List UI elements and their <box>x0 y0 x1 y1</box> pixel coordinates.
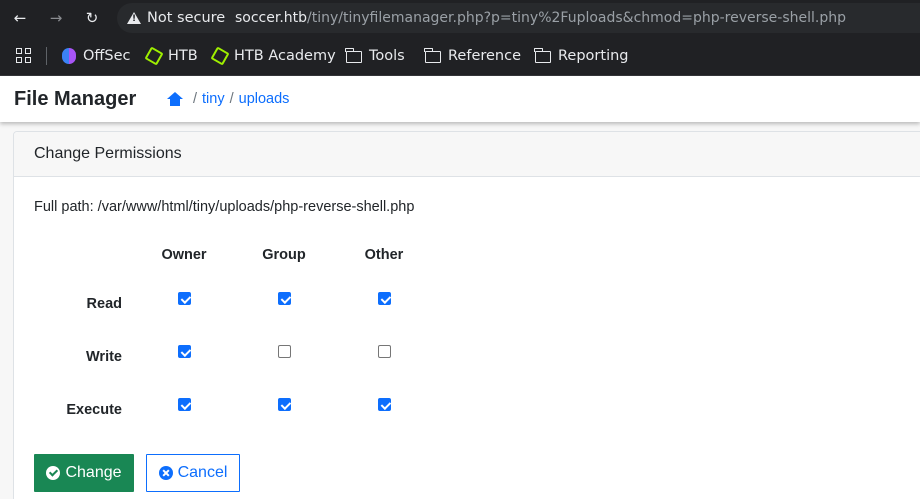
breadcrumb: / tiny / uploads <box>167 76 289 122</box>
folder-icon <box>534 48 551 63</box>
app-navbar: File Manager / tiny / uploads <box>0 76 920 122</box>
column-header-group: Group <box>262 247 306 263</box>
column-header-owner: Owner <box>161 247 207 263</box>
checkbox-execute-group[interactable] <box>278 398 291 411</box>
bookmark-htb-academy[interactable]: HTB Academy <box>210 36 336 76</box>
security-label: Not secure <box>147 10 226 26</box>
reload-icon[interactable]: ↻ <box>80 6 104 30</box>
checkbox-write-group[interactable] <box>278 345 291 358</box>
bookmarks-divider <box>46 47 47 65</box>
bookmark-folder-reporting[interactable]: Reporting <box>534 36 629 76</box>
checkbox-read-group[interactable] <box>278 292 291 305</box>
full-path-text: Full path: /var/www/html/tiny/uploads/ph… <box>34 199 415 215</box>
htb-icon <box>210 46 230 66</box>
address-bar[interactable]: Not secure soccer.htb/tiny/tinyfilemanag… <box>117 3 920 33</box>
bookmark-label: Reporting <box>558 48 629 64</box>
permissions-card: Change Permissions Full path: /var/www/h… <box>13 131 920 499</box>
apps-grid-icon[interactable] <box>16 48 31 63</box>
bookmark-folder-reference[interactable]: Reference <box>424 36 522 76</box>
row-label-write: Write <box>86 349 122 365</box>
card-title: Change Permissions <box>14 132 920 177</box>
bookmark-label: Tools <box>369 48 405 64</box>
home-icon[interactable] <box>167 92 183 106</box>
cancel-button-label: Cancel <box>177 464 228 481</box>
bookmark-label: Reference <box>448 48 522 64</box>
breadcrumb-link-tiny[interactable]: tiny <box>202 91 225 107</box>
bookmark-label: OffSec <box>83 48 131 64</box>
back-arrow-icon[interactable]: ← <box>8 6 32 30</box>
htb-icon <box>144 46 164 66</box>
breadcrumb-separator: / <box>193 91 198 107</box>
breadcrumb-link-uploads[interactable]: uploads <box>239 91 290 107</box>
offsec-icon <box>62 48 76 64</box>
row-label-execute: Execute <box>66 402 122 418</box>
warning-icon <box>127 12 141 24</box>
checkbox-write-owner[interactable] <box>178 345 191 358</box>
url-host: soccer.htb <box>235 10 308 26</box>
forward-arrow-icon[interactable]: → <box>44 6 68 30</box>
breadcrumb-separator: / <box>229 91 234 107</box>
app-brand[interactable]: File Manager <box>14 76 136 122</box>
bookmark-folder-tools[interactable]: Tools <box>345 36 405 76</box>
browser-toolbar: ← → ↻ Not secure soccer.htb/tiny/tinyfil… <box>0 0 920 36</box>
bookmarks-bar: OffSec HTB HTB Academy Tools Reference R… <box>0 36 920 76</box>
bookmark-offsec[interactable]: OffSec <box>62 36 131 76</box>
times-circle-icon <box>158 466 173 480</box>
security-indicator[interactable]: Not secure <box>127 3 225 33</box>
checkbox-read-owner[interactable] <box>178 292 191 305</box>
url-text[interactable]: soccer.htb/tiny/tinyfilemanager.php?p=ti… <box>235 3 846 33</box>
folder-icon <box>345 48 362 63</box>
bookmark-label: HTB <box>168 48 198 64</box>
bookmark-htb[interactable]: HTB <box>144 36 198 76</box>
url-path: /tiny/tinyfilemanager.php?p=tiny%2Fuploa… <box>307 10 847 26</box>
row-label-read: Read <box>86 296 122 312</box>
check-circle-icon <box>46 466 61 480</box>
bookmark-label: HTB Academy <box>234 48 336 64</box>
checkbox-read-other[interactable] <box>378 292 391 305</box>
cancel-button[interactable]: Cancel <box>146 454 240 492</box>
checkbox-execute-other[interactable] <box>378 398 391 411</box>
checkbox-execute-owner[interactable] <box>178 398 191 411</box>
checkbox-write-other[interactable] <box>378 345 391 358</box>
folder-icon <box>424 48 441 63</box>
change-button[interactable]: Change <box>34 454 134 492</box>
column-header-other: Other <box>364 247 404 263</box>
change-button-label: Change <box>65 464 122 481</box>
